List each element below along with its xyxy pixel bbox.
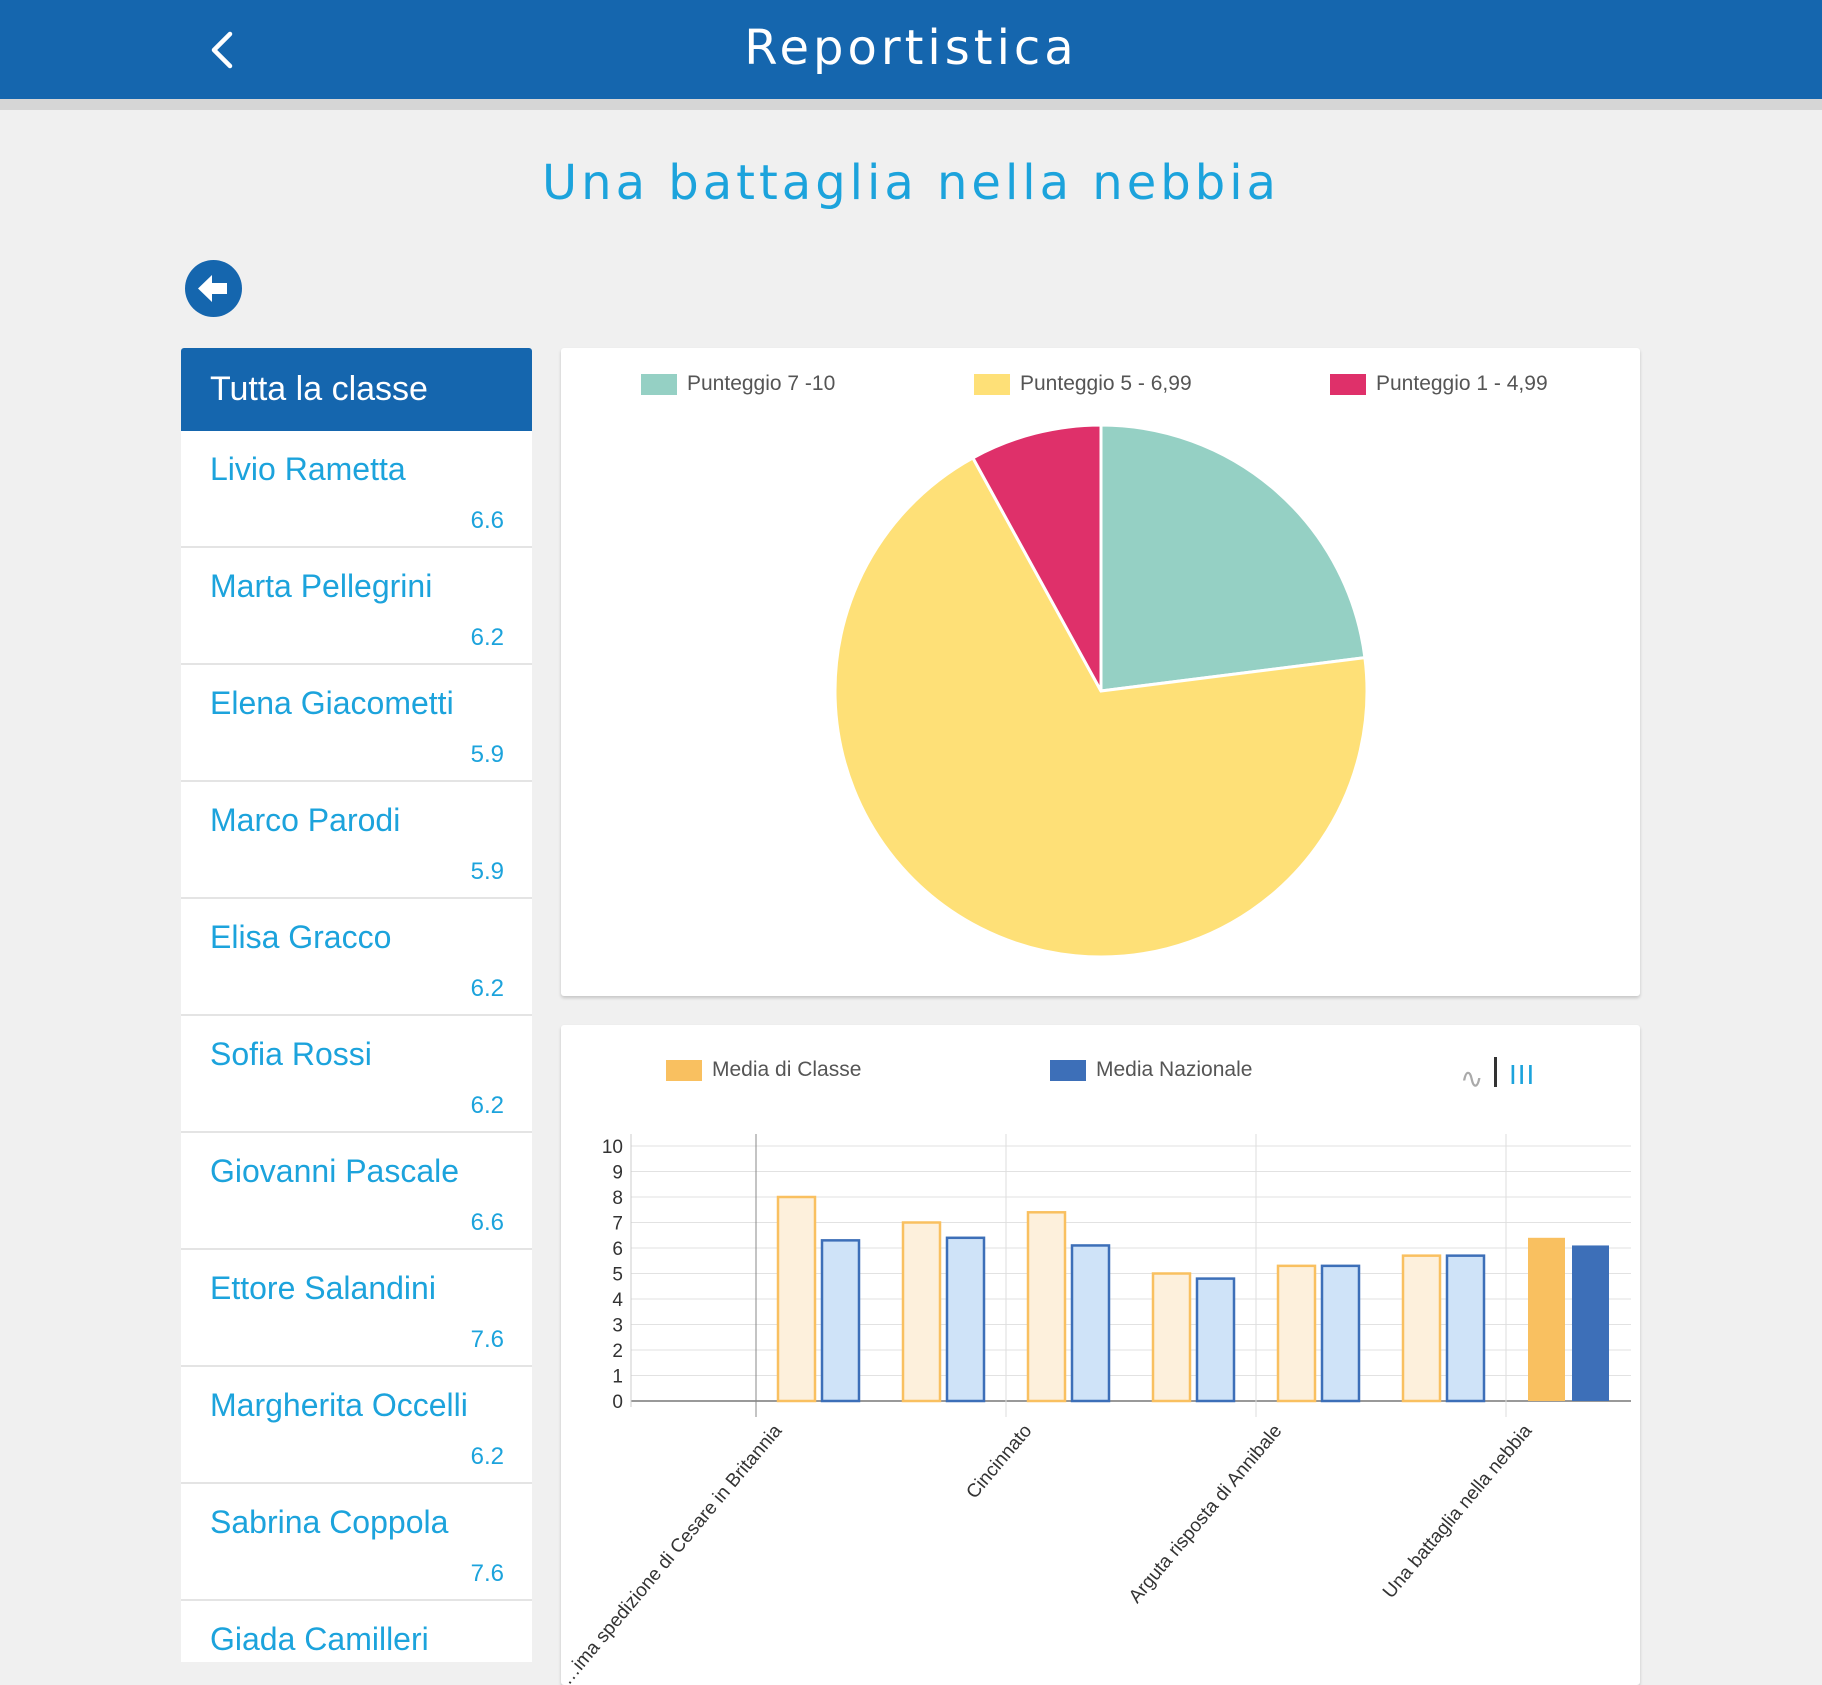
bar-national-average[interactable]	[1445, 1254, 1486, 1403]
bar-national-average[interactable]	[1195, 1277, 1236, 1403]
bar-class-average[interactable]	[1528, 1237, 1565, 1401]
student-name: Livio Rametta	[210, 451, 406, 487]
student-score: 5.9	[470, 858, 504, 885]
student-score: 7.6	[470, 1560, 504, 1587]
bar-national-average[interactable]	[1320, 1264, 1361, 1403]
student-name: Marta Pellegrini	[210, 568, 433, 604]
student-item[interactable]: Livio Rametta 6.6	[181, 431, 532, 548]
student-item[interactable]: Marco Parodi 5.9	[181, 782, 532, 899]
student-item[interactable]: Elena Giacometti 5.9	[181, 665, 532, 782]
y-tick-label: 6	[612, 1239, 623, 1260]
y-tick-label: 1	[612, 1367, 623, 1388]
y-tick-label: 3	[612, 1316, 623, 1337]
x-tick-label: …ima spedizione di Cesare in Britannia	[561, 1420, 787, 1685]
bar-class-average[interactable]	[776, 1195, 817, 1403]
student-item[interactable]: Elisa Gracco 6.2	[181, 899, 532, 1016]
student-list: Tutta la classe Livio Rametta 6.6 Marta Pe…	[181, 348, 532, 1662]
x-tick-label: Arguta risposta di Annibale	[1125, 1421, 1286, 1608]
y-tick-label: 5	[612, 1265, 623, 1286]
student-score: 6.6	[470, 507, 504, 534]
pie-slice-0[interactable]	[1099, 423, 1367, 693]
bar-class-average[interactable]	[1151, 1272, 1192, 1403]
bar-national-average[interactable]	[820, 1239, 861, 1403]
bar-class-average[interactable]	[1026, 1211, 1067, 1403]
student-item[interactable]: Sabrina Coppola 7.6	[181, 1484, 532, 1601]
bar-class-average[interactable]	[1401, 1254, 1442, 1403]
bar-chart: 0 1 2 3 4 5 6 7 8 9 10 …ima spedizione di Cesare in…	[561, 1134, 1631, 1685]
student-item[interactable]: Giada Camilleri	[181, 1601, 532, 1662]
x-tick-label: Una battaglia nella nebbia	[1379, 1420, 1537, 1602]
legend-item-low[interactable]: Punteggio 1 - 4,99	[1330, 372, 1548, 396]
student-score: 6.2	[470, 1092, 504, 1119]
y-tick-label: 10	[602, 1137, 623, 1158]
app-header: Reportistica	[0, 0, 1822, 110]
x-tick-label: Cincinnato	[963, 1421, 1037, 1503]
legend-item-high[interactable]: Punteggio 7 -10	[641, 372, 835, 396]
student-item[interactable]: Giovanni Pascale 6.6	[181, 1133, 532, 1250]
student-item[interactable]: Ettore Salandini 7.6	[181, 1250, 532, 1367]
legend-label: Punteggio 5 - 6,99	[1020, 372, 1192, 395]
pie-slice-2[interactable]	[970, 423, 1103, 692]
legend-label: Punteggio 7 -10	[687, 372, 836, 395]
student-item[interactable]: Marta Pellegrini 6.2	[181, 548, 532, 665]
pie-chart-card: Punteggio 7 -10 Punteggio 5 - 6,99 Punte…	[561, 348, 1640, 996]
bar-national-average[interactable]	[1572, 1245, 1609, 1401]
legend-label: Punteggio 1 - 4,99	[1376, 372, 1548, 395]
legend-item-mid[interactable]: Punteggio 5 - 6,99	[974, 372, 1192, 396]
student-score: 6.2	[470, 975, 504, 1002]
student-name: Sabrina Coppola	[210, 1504, 449, 1540]
arrow-left-icon	[198, 275, 227, 302]
student-name: Giovanni Pascale	[210, 1153, 460, 1189]
bar-class-average[interactable]	[901, 1221, 942, 1403]
pie-chart	[833, 423, 1369, 959]
student-score: 6.2	[470, 624, 504, 651]
student-item[interactable]: Sofia Rossi 6.2	[181, 1016, 532, 1133]
legend-swatch	[641, 373, 677, 395]
bar-chart-card: Media di Classe Media Nazionale ∿ III 01…	[561, 1025, 1640, 1685]
student-score: 6.2	[470, 1443, 504, 1470]
page-title: Una battaglia nella nebbia	[542, 155, 1280, 211]
student-name: Sofia Rossi	[210, 1036, 372, 1072]
student-score: 5.9	[470, 741, 504, 768]
student-name: Elisa Gracco	[210, 919, 392, 955]
y-tick-label: 9	[612, 1163, 623, 1184]
y-tick-label: 2	[612, 1341, 623, 1362]
y-tick-label: 7	[612, 1214, 623, 1235]
student-name: Elena Giacometti	[210, 685, 454, 721]
legend-swatch	[1330, 373, 1366, 395]
student-name: Ettore Salandini	[210, 1270, 436, 1306]
bar-class-average[interactable]	[1276, 1264, 1317, 1403]
y-tick-label: 8	[612, 1188, 623, 1209]
student-score: 6.6	[470, 1209, 504, 1236]
y-tick-label: 0	[612, 1392, 623, 1413]
y-tick-label: 4	[612, 1290, 623, 1311]
student-name: Marco Parodi	[210, 802, 401, 838]
bar-national-average[interactable]	[1070, 1244, 1111, 1403]
app-title: Reportistica	[744, 20, 1078, 76]
back-button[interactable]	[185, 260, 242, 317]
student-score: 7.6	[470, 1326, 504, 1353]
legend-swatch	[974, 373, 1010, 395]
student-name: Margherita Occelli	[210, 1387, 468, 1423]
bar-national-average[interactable]	[945, 1236, 986, 1403]
student-item[interactable]: Margherita Occelli 6.2	[181, 1367, 532, 1484]
student-name: Giada Camilleri	[210, 1621, 429, 1657]
all-class-item[interactable]: Tutta la classe	[181, 348, 532, 431]
pie-slice-1[interactable]	[833, 455, 1369, 959]
